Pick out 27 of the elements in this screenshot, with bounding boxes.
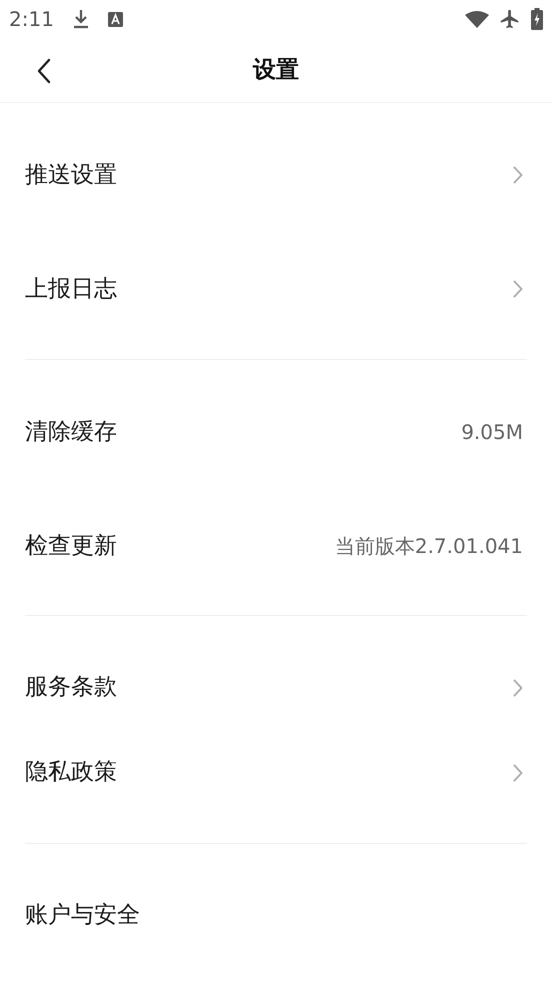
chevron-icon [513,280,523,298]
airplane-icon [499,8,521,30]
wifi-icon [465,10,489,28]
row-label: 服务条款 [25,673,117,702]
status-time: 2:11 [9,6,54,33]
row-value: 当前版本2.7.01.041 [334,533,523,560]
row-label: 上报日志 [25,274,117,304]
row-label: 账户与安全 [25,901,140,930]
settings-row[interactable]: 账户与安全 [25,873,527,958]
battery-icon [531,8,543,30]
row-label: 检查更新 [25,532,117,561]
row-value: 9.05M [461,419,523,446]
row-label: 清除缓存 [25,418,117,447]
row-label: 隐私政策 [25,758,117,788]
settings-row[interactable]: 清除缓存 9.05M [25,375,527,489]
chevron-icon [513,764,523,782]
chevron-icon [513,166,523,184]
settings-row[interactable]: 检查更新 当前版本2.7.01.041 [25,489,527,603]
download-icon [72,9,90,29]
settings-row[interactable]: 服务条款 [25,645,527,730]
page-title: 设置 [253,56,299,85]
settings-row[interactable]: 上报日志 [25,232,527,346]
notification-icon [108,12,123,26]
row-label: 推送设置 [25,160,117,190]
chevron-icon [513,678,523,696]
settings-row[interactable]: 推送设置 [25,118,527,232]
settings-row[interactable]: 隐私政策 [25,730,527,815]
